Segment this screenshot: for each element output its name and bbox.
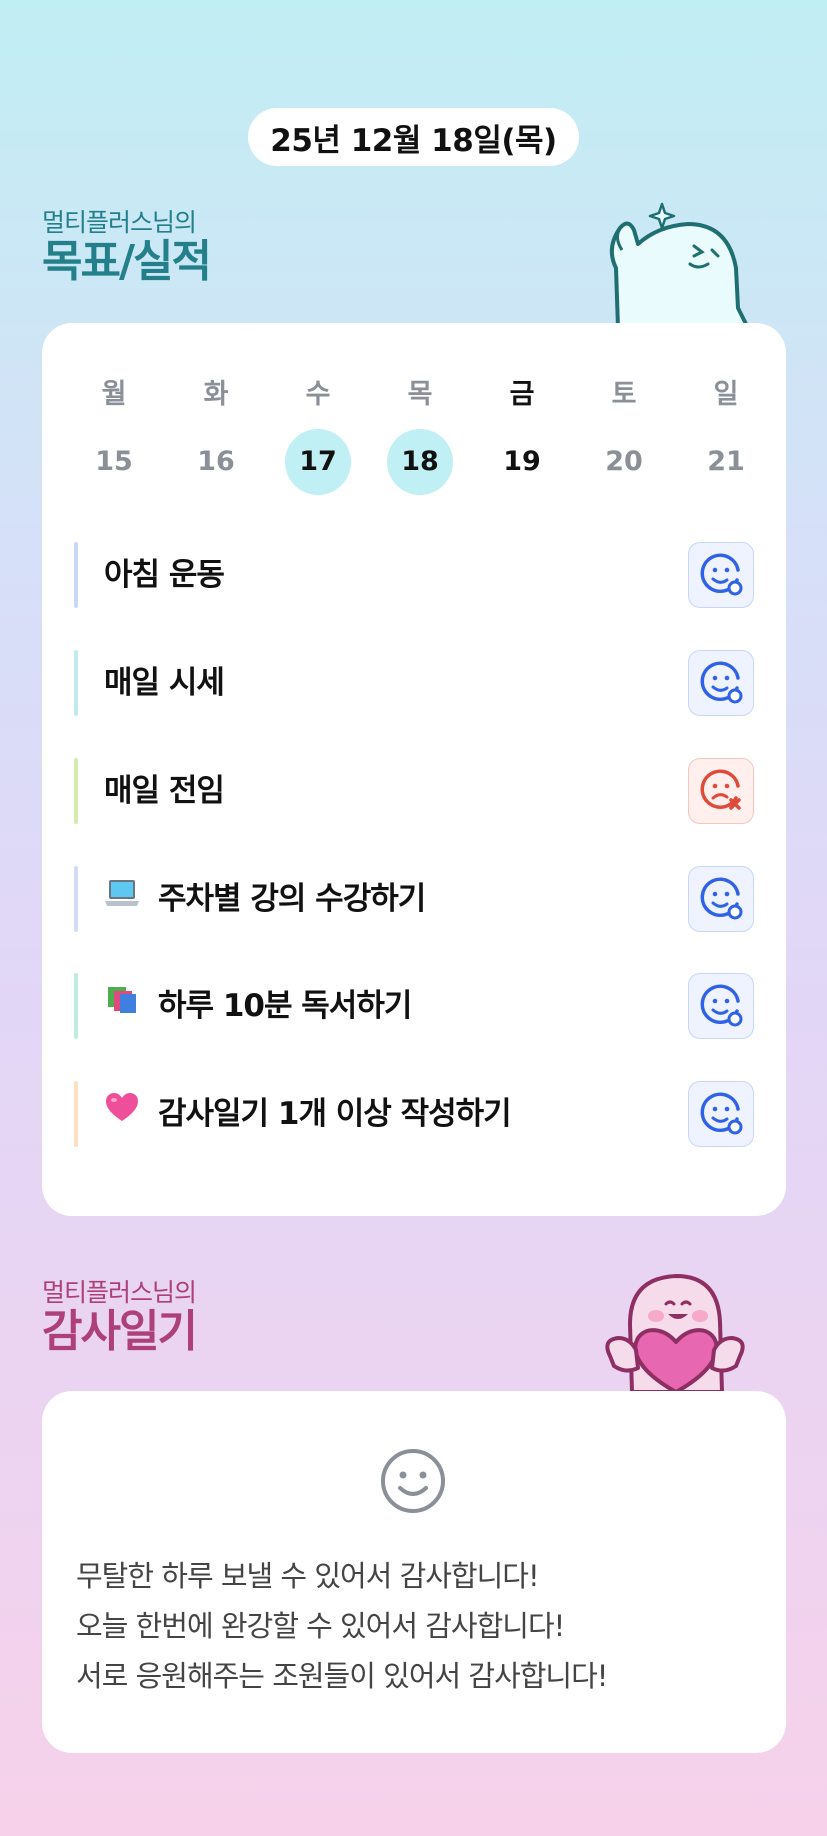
- goal-item[interactable]: 매일 시세: [74, 650, 754, 716]
- goals-subtitle: 멀티플러스님의: [42, 208, 197, 237]
- goal-status-button[interactable]: [688, 542, 754, 608]
- smile-check-icon: [700, 661, 743, 704]
- day-18[interactable]: 18: [387, 429, 453, 495]
- goal-label: 매일 전임: [104, 773, 225, 809]
- goal-item[interactable]: 아침 운동: [74, 542, 754, 608]
- day-19[interactable]: 19: [489, 429, 555, 495]
- goal-label: 아침 운동: [104, 557, 225, 593]
- day-name-tue: 화: [203, 379, 229, 410]
- day-name-thu: 목: [407, 379, 433, 410]
- week-calendar: 월 화 수 목 금 토 일 15 16 17 18 19 20 21: [42, 323, 786, 503]
- goal-item[interactable]: 하루 10분 독서하기: [74, 973, 754, 1039]
- diary-line: 서로 응원해주는 조원들이 있어서 감사합니다!: [76, 1659, 608, 1693]
- day-20[interactable]: 20: [591, 429, 657, 495]
- day-name-sun: 일: [713, 379, 739, 410]
- goal-label: 매일 시세: [104, 665, 225, 701]
- day-name-wed: 수: [305, 379, 331, 410]
- smile-check-icon: [700, 877, 743, 920]
- diary-entry: 무탈한 하루 보낼 수 있어서 감사합니다! 오늘 한번에 완강할 수 있어서 …: [76, 1551, 766, 1701]
- goal-status-button[interactable]: [688, 1081, 754, 1147]
- goal-item[interactable]: 주차별 강의 수강하기: [74, 866, 754, 932]
- diary-card: 무탈한 하루 보낼 수 있어서 감사합니다! 오늘 한번에 완강할 수 있어서 …: [42, 1391, 786, 1753]
- goal-status-button[interactable]: [688, 973, 754, 1039]
- diary-subtitle: 멀티플러스님의: [42, 1278, 197, 1307]
- goal-color-bar: [74, 866, 78, 932]
- goal-color-bar: [74, 1081, 78, 1147]
- day-name-sat: 토: [611, 379, 637, 410]
- goal-status-button[interactable]: [688, 650, 754, 716]
- goal-label: 감사일기 1개 이상 작성하기: [158, 1096, 512, 1132]
- day-16[interactable]: 16: [183, 429, 249, 495]
- mascot-heart-icon: [605, 1274, 745, 1392]
- date-label: 25년 12월 18일(목): [270, 122, 557, 159]
- goal-item[interactable]: 감사일기 1개 이상 작성하기: [74, 1081, 754, 1147]
- diary-line: 오늘 한번에 완강할 수 있어서 감사합니다!: [76, 1609, 565, 1643]
- day-17[interactable]: 17: [285, 429, 351, 495]
- date-pill[interactable]: 25년 12월 18일(목): [248, 108, 579, 166]
- goal-color-bar: [74, 542, 78, 608]
- goals-section-title: 멀티플러스님의 목표/실적: [42, 208, 212, 287]
- laptop-icon: [104, 865, 144, 931]
- day-21[interactable]: 21: [693, 429, 759, 495]
- diary-title: 감사일기: [42, 1306, 198, 1357]
- smile-check-icon: [700, 984, 743, 1027]
- goals-card: 월 화 수 목 금 토 일 15 16 17 18 19 20 21 아침 운동…: [42, 323, 786, 1216]
- day-15[interactable]: 15: [81, 429, 147, 495]
- goal-color-bar: [74, 758, 78, 824]
- goals-title: 목표/실적: [42, 236, 212, 287]
- smile-check-icon: [700, 1092, 743, 1135]
- goal-label: 하루 10분 독서하기: [158, 988, 412, 1024]
- day-name-fri: 금: [509, 379, 535, 410]
- goal-label: 주차별 강의 수강하기: [158, 881, 426, 917]
- day-name-mon: 월: [101, 379, 127, 410]
- goal-color-bar: [74, 973, 78, 1039]
- smile-check-icon: [700, 553, 743, 596]
- mascot-thumbs-up-icon: [609, 202, 750, 328]
- books-icon: [104, 972, 144, 1038]
- goal-color-bar: [74, 650, 78, 716]
- goal-status-button[interactable]: [688, 758, 754, 824]
- goal-item[interactable]: 매일 전임: [74, 758, 754, 824]
- goal-status-button[interactable]: [688, 866, 754, 932]
- smile-face-icon: [381, 1449, 445, 1513]
- heart-icon: [104, 1080, 144, 1146]
- diary-section-title: 멀티플러스님의 감사일기: [42, 1278, 198, 1357]
- sad-x-icon: [700, 769, 741, 810]
- diary-line: 무탈한 하루 보낼 수 있어서 감사합니다!: [76, 1559, 540, 1593]
